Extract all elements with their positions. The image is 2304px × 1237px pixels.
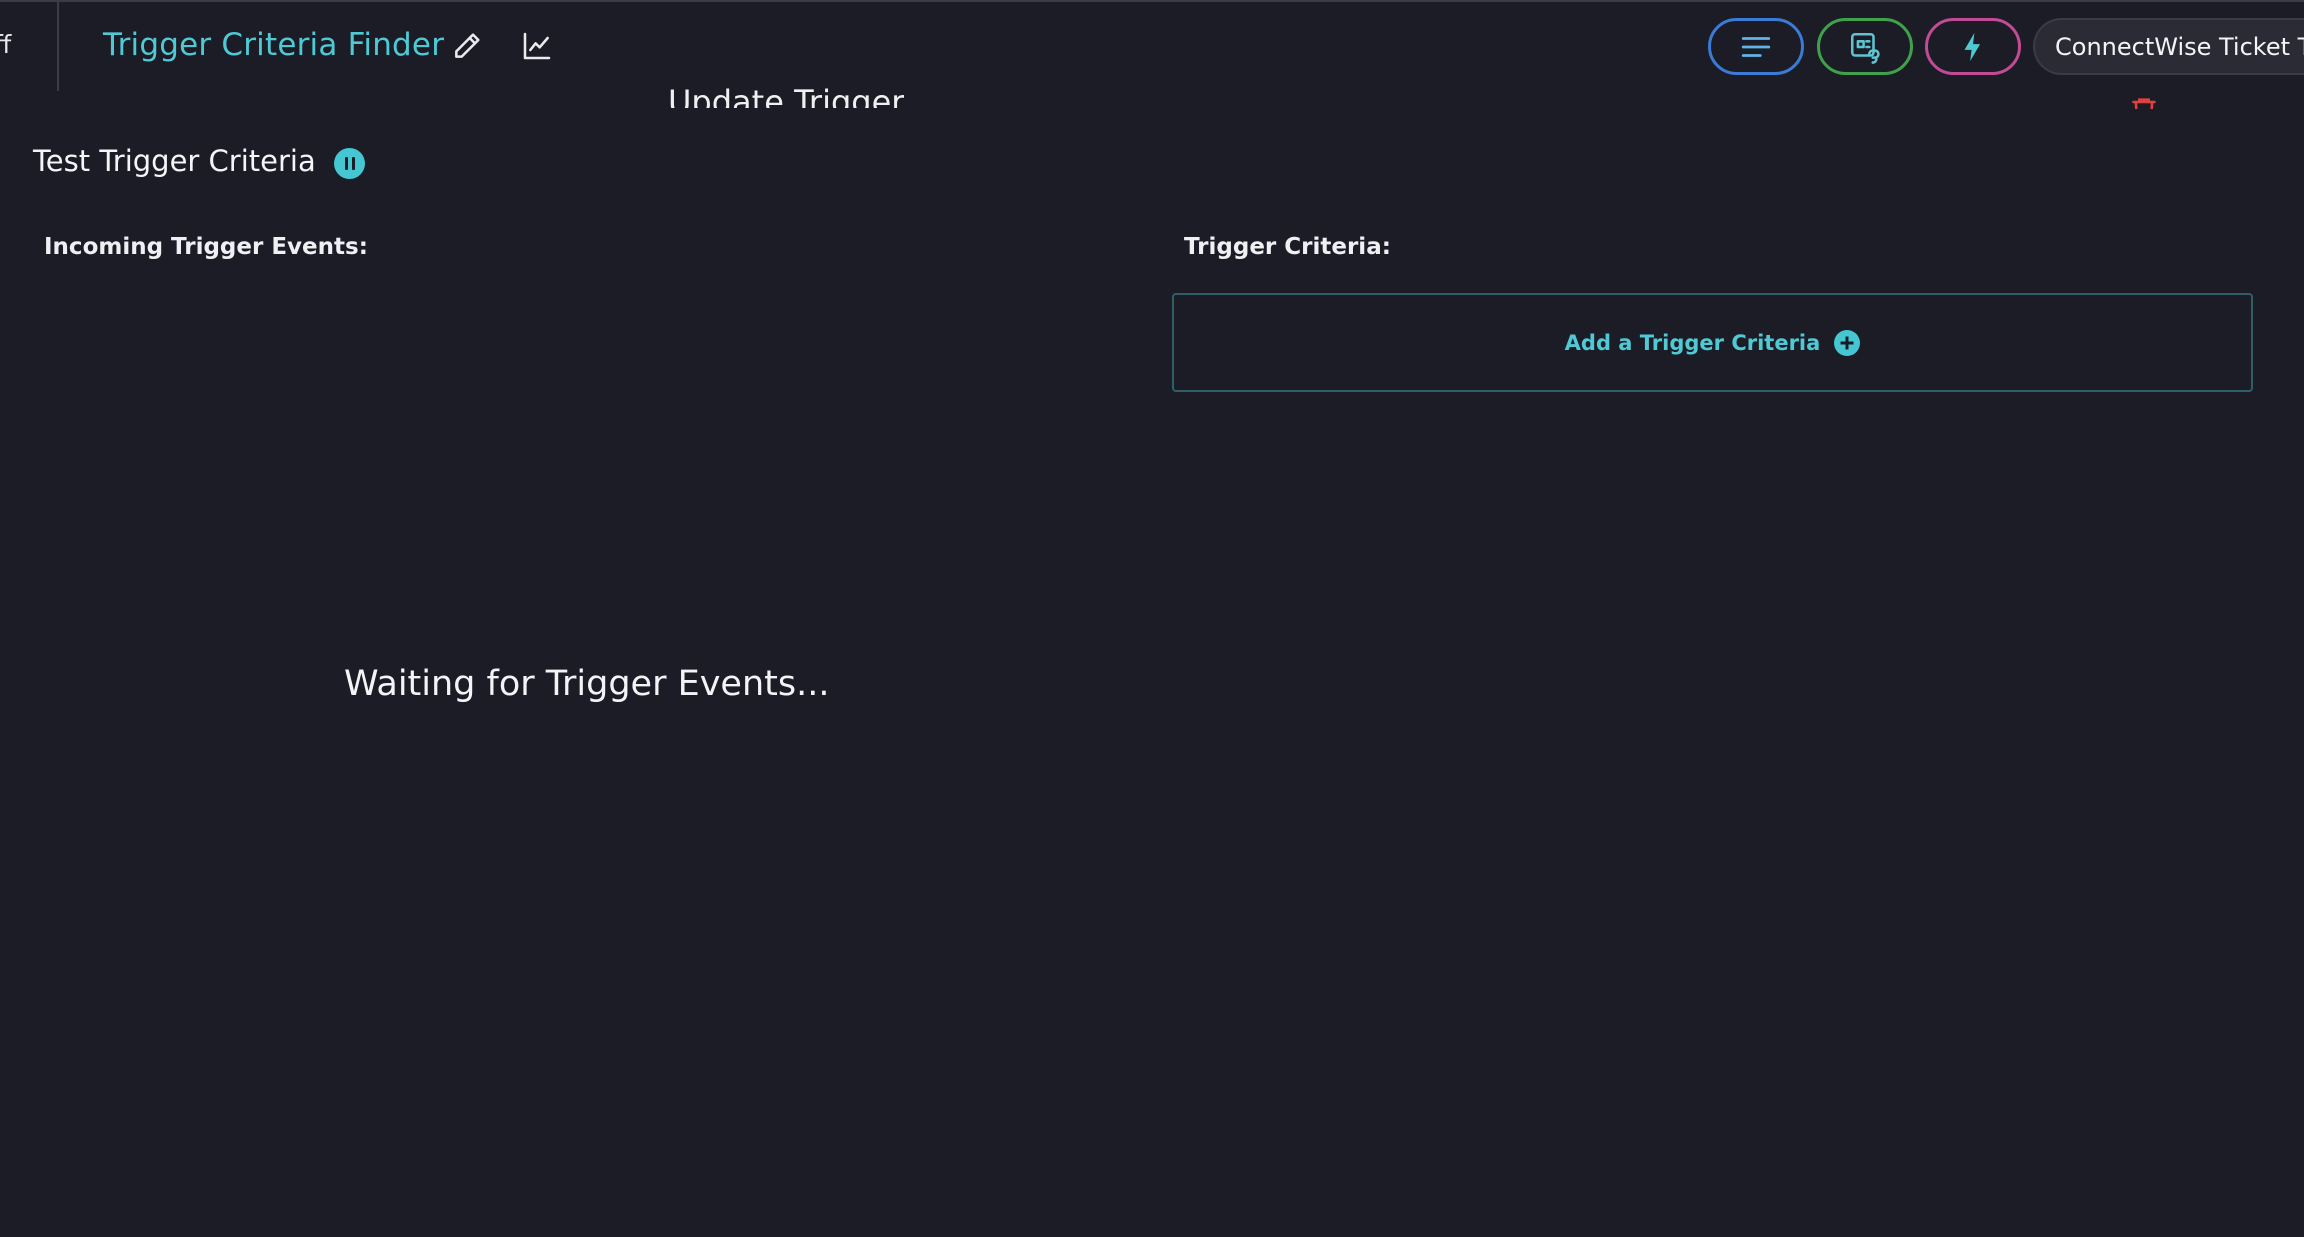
plus-circle-icon [1834,329,1861,356]
trigger-selector[interactable]: ConnectWise Ticket T [2033,18,2304,75]
line-chart-icon [523,32,551,60]
text-lines-icon [1741,36,1771,57]
top-divider [57,2,59,91]
section-title: Test Trigger Criteria [33,144,316,178]
lightning-button[interactable] [1925,18,2021,75]
truncated-left-text: ff [0,30,12,59]
pencil-icon [455,33,480,58]
add-criteria-button[interactable]: Add a Trigger Criteria [1172,293,2253,392]
trigger-criteria-label: Trigger Criteria: [1184,234,1391,260]
incoming-events-label: Incoming Trigger Events: [44,234,368,260]
page-title: Trigger Criteria Finder [103,27,445,63]
add-criteria-label: Add a Trigger Criteria [1564,330,1821,355]
edit-button[interactable] [449,28,485,64]
background-modal-title: Update Trigger [668,83,905,108]
pause-icon[interactable] [334,148,365,179]
stats-button[interactable] [519,28,555,64]
trash-icon [2130,95,2158,109]
details-button[interactable] [1708,18,1804,75]
integration-button[interactable] [1817,18,1913,75]
linked-card-icon [1850,32,1880,64]
lightning-icon [1964,32,1981,61]
top-bar: ff Trigger Criteria Finder [0,0,2304,91]
waiting-status: Waiting for Trigger Events... [344,664,830,704]
